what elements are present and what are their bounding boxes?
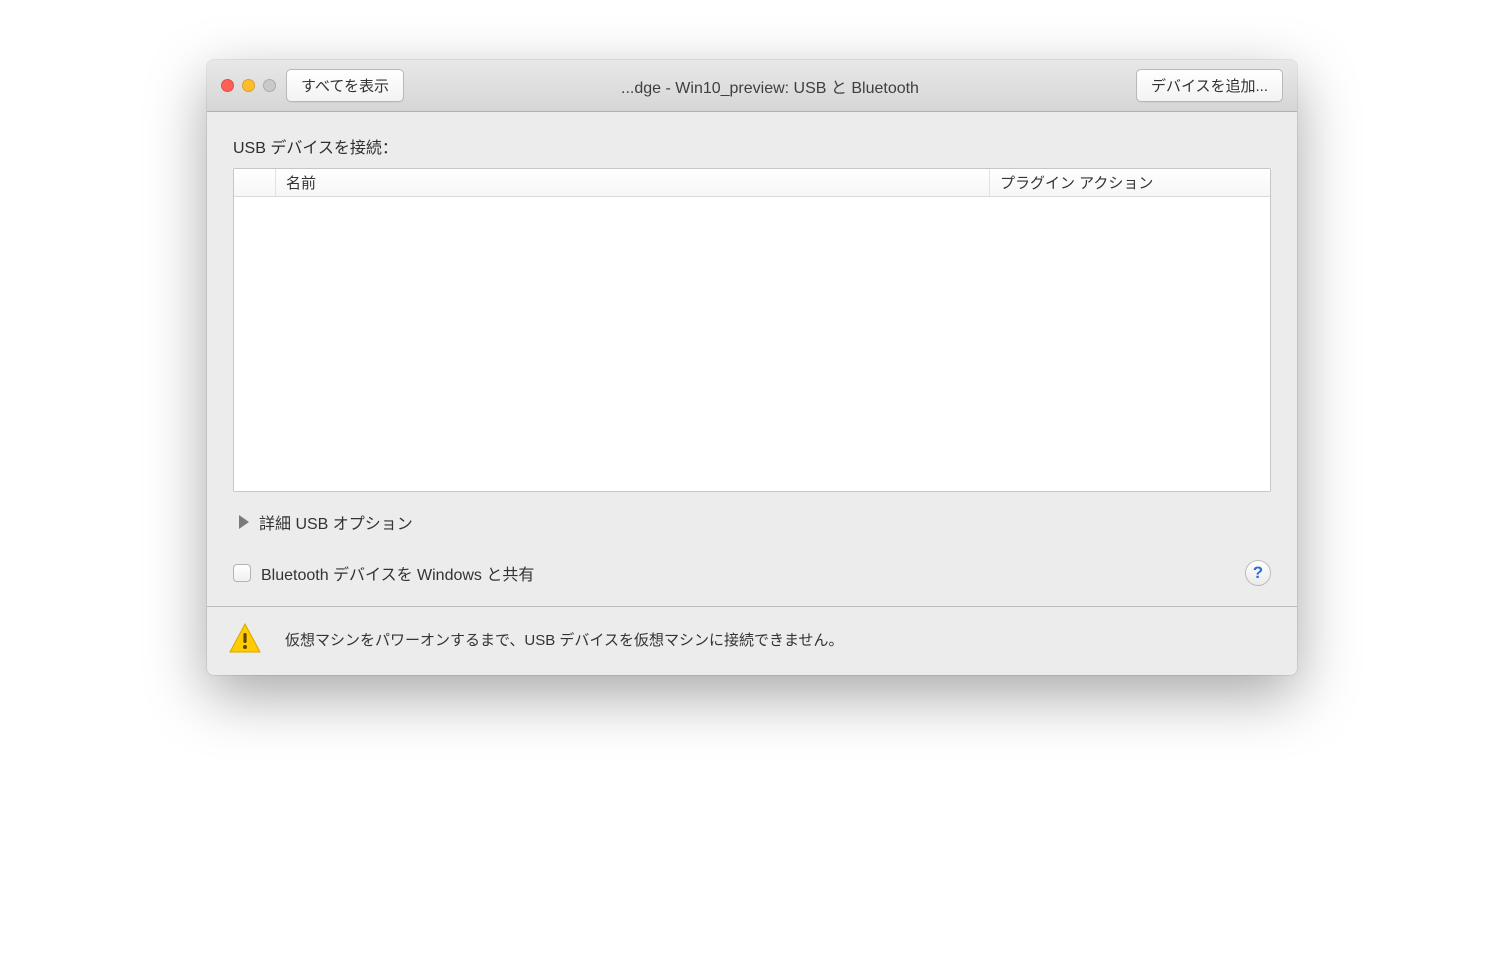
traffic-lights: [221, 79, 276, 92]
titlebar: すべてを表示 ...dge - Win10_preview: USB と Blu…: [207, 60, 1297, 112]
footer-warning-bar: 仮想マシンをパワーオンするまで、USB デバイスを仮想マシンに接続できません。: [207, 606, 1297, 675]
zoom-window-button[interactable]: [263, 79, 276, 92]
table-header: 名前 プラグイン アクション: [234, 169, 1270, 197]
close-window-button[interactable]: [221, 79, 234, 92]
settings-window: すべてを表示 ...dge - Win10_preview: USB と Blu…: [207, 60, 1297, 675]
column-header-plugin-action[interactable]: プラグイン アクション: [990, 169, 1270, 196]
window-title: ...dge - Win10_preview: USB と Bluetooth: [414, 74, 1126, 98]
footer-warning-text: 仮想マシンをパワーオンするまで、USB デバイスを仮想マシンに接続できません。: [285, 629, 844, 650]
bluetooth-share-label: Bluetooth デバイスを Windows と共有: [261, 561, 534, 585]
disclosure-triangle-icon: [239, 515, 249, 529]
help-button[interactable]: ?: [1245, 560, 1271, 586]
table-header-spacer: [234, 169, 276, 196]
column-header-name[interactable]: 名前: [276, 169, 990, 196]
usb-device-table: 名前 プラグイン アクション: [233, 168, 1271, 492]
minimize-window-button[interactable]: [242, 79, 255, 92]
add-device-button[interactable]: デバイスを追加...: [1136, 69, 1283, 102]
warning-icon: [227, 621, 263, 657]
show-all-button[interactable]: すべてを表示: [286, 69, 404, 102]
usb-connect-label: USB デバイスを接続：: [233, 134, 1271, 158]
content-area: USB デバイスを接続： 名前 プラグイン アクション 詳細 USB オプション…: [207, 112, 1297, 606]
advanced-usb-options-label: 詳細 USB オプション: [259, 510, 413, 534]
advanced-usb-options-disclosure[interactable]: 詳細 USB オプション: [233, 510, 1271, 534]
bluetooth-share-checkbox[interactable]: [233, 564, 251, 582]
bluetooth-share-row: Bluetooth デバイスを Windows と共有: [233, 561, 534, 585]
table-body-empty: [234, 197, 1270, 491]
